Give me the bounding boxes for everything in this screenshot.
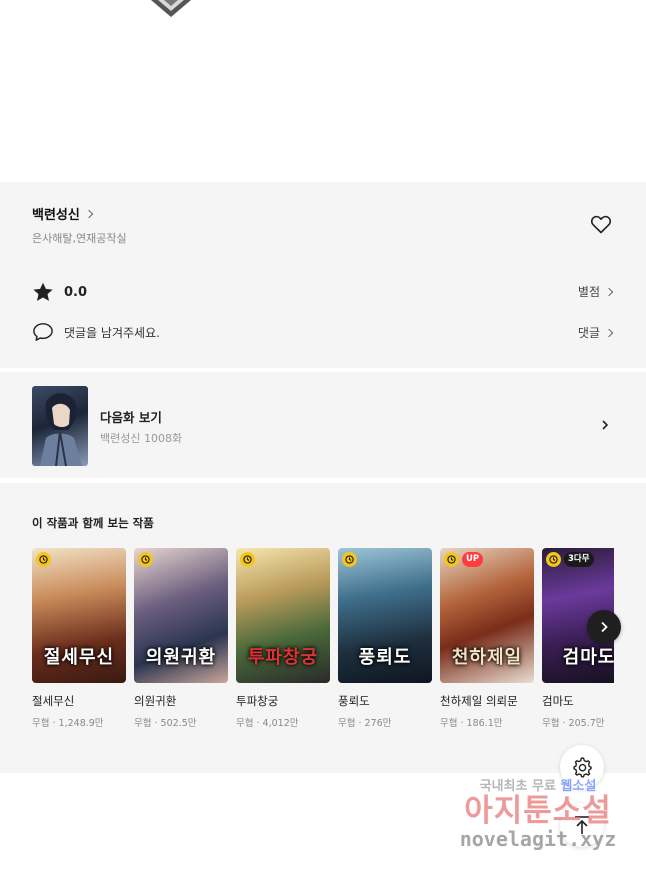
recommendations-title: 이 작품과 함께 보는 작품 — [32, 516, 154, 530]
star-icon — [33, 282, 53, 301]
card-title: 절세무신 — [32, 694, 75, 708]
recommendation-card[interactable]: UP 천하제일 천하제일 의뢰문 무협 · 186.1만 — [440, 548, 534, 729]
cover-title-logo: 의원귀환 — [145, 647, 217, 668]
cover-title-logo: 천하제일 — [451, 647, 523, 668]
chevron-right-icon — [604, 287, 614, 296]
series-title-link[interactable]: 백련성신 — [32, 204, 94, 223]
cover-image: 절세무신 — [32, 548, 126, 683]
next-episode-thumbnail — [32, 386, 88, 466]
cover-title-logo: 풍뢰도 — [358, 647, 412, 668]
chevron-right-icon — [604, 328, 614, 337]
card-meta: 무협 · 1,248.9만 — [32, 718, 104, 729]
cover-image: 투파창궁 — [236, 548, 330, 683]
rating-link-label: 별점 — [577, 285, 600, 299]
card-title: 검마도 — [542, 694, 574, 708]
recommendation-card[interactable]: 의원귀환 의원귀환 무협 · 502.5만 — [134, 548, 228, 729]
watermark-brand: 아지툰소설 — [464, 793, 612, 829]
series-info-panel: 백련성신 은사해탈,연재공작실 0.0 별점 댓글을 남겨주세요. 댓글 — [0, 182, 646, 368]
clock-icon — [240, 552, 255, 567]
speech-bubble-icon — [33, 323, 53, 341]
watermark-url: novelagit.xyz — [459, 827, 617, 851]
chevron-right-icon — [601, 621, 608, 633]
cover-title-logo: 절세무신 — [43, 647, 115, 668]
recommendations-carousel: 절세무신 절세무신 무협 · 1,248.9만 의원귀환 의원귀환 무협 · 5… — [32, 548, 614, 738]
series-authors: 은사해탈,연재공작실 — [32, 232, 127, 245]
comment-placeholder: 댓글을 남겨주세요. — [64, 325, 160, 340]
update-badge: UP — [462, 552, 484, 567]
rating-row: 0.0 — [32, 282, 87, 302]
gear-icon — [573, 757, 592, 778]
next-episode-subtitle: 백련성신 1008화 — [100, 432, 183, 445]
recommendation-card[interactable]: 투파창궁 투파창궁 무협 · 4,012만 — [236, 548, 330, 729]
carousel-next-button[interactable] — [587, 610, 621, 644]
page: 백련성신 은사해탈,연재공작실 0.0 별점 댓글을 남겨주세요. 댓글 다음화… — [0, 0, 646, 889]
card-title: 투파창궁 — [236, 694, 279, 708]
chevron-right-icon — [84, 209, 94, 218]
cover-image: 의원귀환 — [134, 548, 228, 683]
shield-emblem-icon — [151, 0, 191, 17]
recommendation-card[interactable]: 풍뢰도 풍뢰도 무협 · 276만 — [338, 548, 432, 729]
cover-image: UP 천하제일 — [440, 548, 534, 683]
card-meta: 무협 · 186.1만 — [440, 718, 503, 729]
cover-title-logo: 투파창궁 — [247, 647, 319, 668]
rating-value: 0.0 — [64, 284, 88, 300]
clock-icon — [138, 552, 153, 567]
card-meta: 무협 · 502.5만 — [134, 718, 197, 729]
comment-input[interactable]: 댓글을 남겨주세요. — [32, 322, 160, 342]
clock-icon — [36, 552, 51, 567]
clock-icon — [444, 552, 459, 567]
heart-icon[interactable] — [589, 212, 613, 236]
recommendation-card[interactable]: 절세무신 절세무신 무협 · 1,248.9만 — [32, 548, 126, 729]
next-episode-row[interactable]: 다음화 보기 백련성신 1008화 — [0, 372, 646, 478]
card-meta: 무협 · 205.7만 — [542, 718, 605, 729]
clock-icon — [342, 552, 357, 567]
card-title: 풍뢰도 — [338, 694, 370, 708]
scroll-top-button[interactable] — [560, 803, 604, 847]
arrow-up-icon — [575, 816, 589, 834]
comment-link[interactable]: 댓글 — [577, 324, 614, 341]
card-meta: 무협 · 4,012만 — [236, 718, 299, 729]
cover-title-logo: 검마도 — [562, 647, 614, 668]
clock-icon — [546, 552, 561, 567]
comment-link-label: 댓글 — [577, 326, 600, 340]
site-watermark: 국내최초 무료 웹소설 아지툰소설 novelagit.xyz — [443, 775, 633, 850]
watermark-line1: 국내최초 무료 — [479, 779, 556, 794]
series-title: 백련성신 — [32, 208, 80, 223]
chevron-right-icon — [602, 420, 609, 430]
cover-image: 풍뢰도 — [338, 548, 432, 683]
next-episode-label: 다음화 보기 — [100, 410, 162, 425]
settings-button[interactable] — [560, 745, 604, 789]
recommendations-panel: 이 작품과 함께 보는 작품 절세무신 절세무신 무협 · 1,248.9만 의… — [0, 483, 646, 773]
card-title: 의원귀환 — [134, 694, 177, 708]
card-meta: 무협 · 276만 — [338, 718, 392, 729]
free-badge: 3다무 — [564, 552, 594, 567]
card-title: 천하제일 의뢰문 — [440, 694, 518, 708]
rating-link[interactable]: 별점 — [577, 283, 614, 300]
